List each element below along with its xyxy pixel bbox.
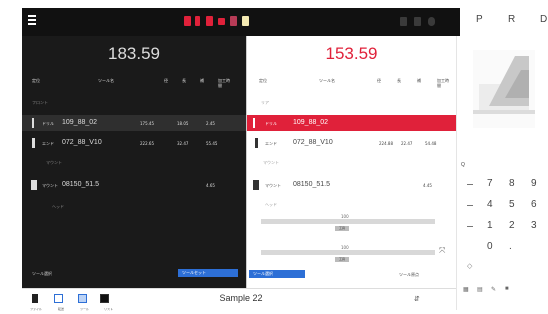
key-8[interactable]: 8 — [509, 178, 515, 189]
tab-p[interactable]: P — [476, 14, 483, 25]
keypad-label: Q — [461, 162, 465, 168]
keypad-panel: Q 7 8 9 4 5 6 1 2 3 0 . ◇ ▦ ▤ ✎ ■ — [456, 36, 548, 310]
right-col-header: 長 — [397, 78, 401, 83]
left-value: 183.59 — [108, 44, 160, 63]
left-mount-label: マウント — [46, 160, 62, 165]
left-tool-row[interactable]: ドリル 109_88_02 175.45 18.05 2.45 — [22, 115, 246, 131]
left-col-header: 径 — [164, 78, 168, 83]
tab-r[interactable]: R — [508, 14, 515, 25]
key-9[interactable]: 9 — [531, 178, 537, 189]
right-mount-label: マウント — [263, 160, 279, 165]
key-dot[interactable]: . — [509, 241, 512, 252]
tool-red-icon-4[interactable] — [218, 18, 225, 25]
key-2[interactable]: 2 — [509, 220, 515, 231]
left-select-tool-button[interactable]: ツール選択 — [28, 270, 56, 278]
left-col-header: 補 — [200, 78, 204, 83]
right-col-header: 加工時間 — [437, 78, 449, 88]
screen: P R D 183.59 定位 ツール名 径 長 補 加工時間 フロント ドリル… — [0, 0, 548, 314]
endmill-icon — [255, 138, 258, 148]
tool-red-icon-2[interactable] — [195, 16, 200, 26]
expand-icon[interactable]: ⤧ — [439, 246, 445, 256]
tool-yellow-icon[interactable] — [242, 16, 249, 26]
status-icon-3[interactable] — [428, 17, 435, 26]
right-col-header: 定位 — [259, 78, 267, 83]
endmill-icon — [32, 138, 35, 148]
right-panel: 153.59 定位 ツール名 径 長 補 加工時間 リア ドリル 109_88_… — [246, 36, 457, 288]
tool-red-icon-1[interactable] — [184, 16, 191, 26]
tool-red-icon-5[interactable] — [230, 16, 237, 26]
key-5[interactable]: 5 — [509, 199, 515, 210]
left-col-header: 定位 — [32, 78, 40, 83]
status-icon-2[interactable] — [414, 17, 421, 26]
right-origin-label[interactable]: ツール原点 — [399, 272, 419, 278]
left-toolset-button[interactable]: ツールセット — [178, 269, 238, 277]
status-icon-1[interactable] — [400, 17, 407, 26]
right-value: 153.59 — [325, 44, 378, 63]
key-4[interactable]: 4 — [487, 199, 493, 210]
lower-bar: ファイル 転送 ツール リスト Sample 22 ⇵ — [22, 288, 460, 311]
left-col-header: 加工時間 — [218, 78, 230, 88]
right-tool-row-selected[interactable]: ドリル 109_88_02 — [247, 115, 457, 131]
left-subheader: フロント — [32, 100, 48, 105]
left-tool-row[interactable]: エンド 072_88_V10 222.65 32.47 55.45 — [22, 135, 246, 151]
swap-icon[interactable]: ⇵ — [414, 295, 420, 303]
edit-icon[interactable]: ✎ — [491, 286, 496, 293]
right-subheader: リア — [261, 100, 269, 105]
left-head-label: ヘッド — [52, 204, 64, 209]
key-1[interactable]: 1 — [487, 220, 493, 231]
tool-red-icon-3[interactable] — [206, 16, 213, 26]
drill-icon — [32, 118, 34, 128]
bar1-badge: 工具 — [335, 226, 349, 231]
mount-icon — [31, 180, 37, 190]
right-col-header: 径 — [377, 78, 381, 83]
right-select-tool-button[interactable]: ツール選択 — [249, 270, 305, 278]
left-col-header: ツール名 — [98, 78, 114, 83]
top-toolbar — [22, 8, 460, 36]
right-col-header: ツール名 — [319, 78, 335, 83]
left-col-header: 長 — [182, 78, 186, 83]
grid-icon[interactable]: ▦ — [463, 286, 469, 293]
left-tool-row[interactable]: マウント 08150_51.5 4.65 — [22, 177, 246, 193]
menu-icon[interactable] — [28, 15, 36, 27]
minus-key[interactable] — [467, 184, 473, 185]
shift-key[interactable] — [467, 205, 473, 206]
key-0[interactable]: 0 — [487, 241, 493, 252]
right-head-label: ヘッド — [265, 202, 277, 207]
left-panel: 183.59 定位 ツール名 径 長 補 加工時間 フロント ドリル 109_8… — [22, 36, 246, 288]
stop-icon[interactable]: ■ — [505, 286, 509, 292]
bar2[interactable] — [261, 250, 435, 255]
list-icon[interactable]: ▤ — [477, 286, 483, 293]
right-col-header: 補 — [417, 78, 421, 83]
mount-icon — [253, 180, 259, 190]
bar1[interactable] — [261, 219, 435, 224]
key-6[interactable]: 6 — [531, 199, 537, 210]
key-7[interactable]: 7 — [487, 178, 493, 189]
key-3[interactable]: 3 — [531, 220, 537, 231]
equals-key[interactable] — [467, 226, 473, 227]
right-tool-row[interactable]: マウント 08150_51.5 4.45 — [247, 177, 457, 193]
tab-d[interactable]: D — [540, 14, 547, 25]
pr-tabs: P R D — [460, 8, 548, 36]
sample-label: Sample 22 — [219, 293, 263, 303]
drill-icon — [253, 118, 255, 128]
arrow-icon[interactable]: ◇ — [467, 262, 472, 270]
bar2-badge: 工具 — [335, 257, 349, 262]
right-tool-row[interactable]: エンド 072_88_V10 224.88 22.47 54.48 — [247, 135, 457, 151]
tool-preview-graphic — [473, 50, 535, 128]
